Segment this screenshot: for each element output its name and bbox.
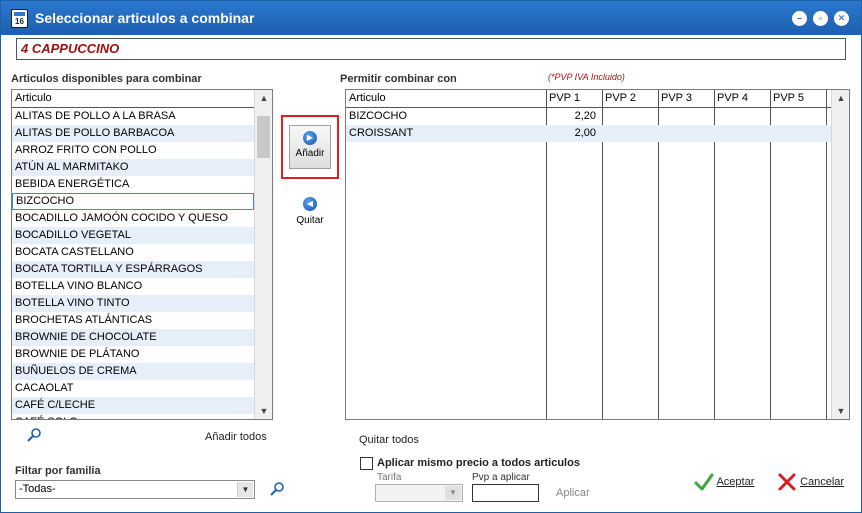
list-item[interactable]: BOTELLA VINO TINTO xyxy=(12,295,254,312)
restore-icon[interactable]: ▫ xyxy=(813,11,828,26)
available-articles-list[interactable]: Articulo ALITAS DE POLLO A LA BRASA ALITA… xyxy=(11,89,273,420)
app-icon: 16 xyxy=(11,9,28,28)
row-name: BIZCOCHO xyxy=(349,110,408,122)
cancel-label: Cancelar xyxy=(800,475,845,488)
col-articulo: Articulo xyxy=(349,92,386,104)
arrow-left-icon: ◀ xyxy=(303,197,317,211)
table-header: Articulo PVP 1 PVP 2 PVP 3 PVP 4 PVP 5 xyxy=(346,90,831,108)
title-bar[interactable]: 16 Seleccionar articulos a combinar – ▫ … xyxy=(1,1,861,35)
minimize-icon[interactable]: – xyxy=(792,11,807,26)
same-price-checkbox[interactable] xyxy=(360,457,373,470)
remove-button-label: Quitar xyxy=(296,215,324,226)
scroll-up-icon[interactable]: ▲ xyxy=(255,90,272,106)
cancel-button[interactable]: Cancelar xyxy=(777,472,844,492)
tarifa-select[interactable]: ▼ xyxy=(375,484,463,502)
list-item[interactable]: ATÚN AL MARMITAKO xyxy=(12,159,254,176)
check-icon xyxy=(694,473,714,491)
list-item[interactable]: BOCATA TORTILLA Y ESPÁRRAGOS xyxy=(12,261,254,278)
apply-button[interactable]: Aplicar xyxy=(556,487,590,499)
list-item[interactable]: CAFÉ C/LECHE xyxy=(12,397,254,414)
scroll-up-icon[interactable]: ▲ xyxy=(832,90,849,106)
row-name: CROISSANT xyxy=(349,127,414,139)
article-name-field: 4 CAPPUCCINO xyxy=(16,38,846,60)
list-scrollbar[interactable]: ▲ ▼ xyxy=(254,90,272,419)
list-rows: ALITAS DE POLLO A LA BRASA ALITAS DE POLL… xyxy=(12,108,254,419)
list-item[interactable]: BUÑUELOS DE CREMA xyxy=(12,363,254,380)
list-item[interactable]: BROWNIE DE CHOCOLATE xyxy=(12,329,254,346)
accept-label: Aceptar xyxy=(716,475,755,488)
add-button-label: Añadir xyxy=(295,148,325,159)
chevron-down-icon[interactable]: ▼ xyxy=(237,482,253,497)
dialog-window: 16 Seleccionar articulos a combinar – ▫ … xyxy=(0,0,862,513)
list-item[interactable]: BOCADILLO JAMOÓN COCIDO Y QUESO xyxy=(12,210,254,227)
list-item[interactable]: ALITAS DE POLLO BARBACOA xyxy=(12,125,254,142)
arrow-right-icon: ▶ xyxy=(303,131,317,145)
list-item[interactable]: BOCATA CASTELLANO xyxy=(12,244,254,261)
add-button-highlight: ▶ Añadir xyxy=(281,115,339,179)
filter-value: -Todas- xyxy=(19,483,56,495)
row-pvp1: 2,00 xyxy=(574,127,596,139)
list-item[interactable]: CAFÉ SOLO xyxy=(12,414,254,419)
cross-icon xyxy=(778,473,796,491)
search-icon[interactable] xyxy=(269,481,285,497)
available-articles-title: Articulos disponibles para combinar xyxy=(11,73,202,85)
table-row[interactable]: BIZCOCHO 2,20 xyxy=(346,108,831,125)
combine-table[interactable]: Articulo PVP 1 PVP 2 PVP 3 PVP 4 PVP 5 B… xyxy=(345,89,850,420)
list-item[interactable]: ALITAS DE POLLO A LA BRASA xyxy=(12,108,254,125)
table-scrollbar[interactable]: ▲ ▼ xyxy=(831,90,849,419)
list-item[interactable]: BIZCOCHO xyxy=(12,193,254,210)
table-row[interactable]: CROISSANT 2,00 xyxy=(346,125,831,142)
tarifa-label: Tarifa xyxy=(377,472,402,483)
list-item[interactable]: BOCADILLO VEGETAL xyxy=(12,227,254,244)
window-title: Seleccionar articulos a combinar xyxy=(35,10,255,26)
list-column-header: Articulo xyxy=(12,90,254,108)
col-pvp4: PVP 4 xyxy=(717,92,748,104)
same-price-label: Aplicar mismo precio a todos articulos xyxy=(377,457,580,469)
list-item[interactable]: BROCHETAS ATLÁNTICAS xyxy=(12,312,254,329)
add-button[interactable]: ▶ Añadir xyxy=(289,125,331,169)
list-item[interactable]: BEBIDA ENERGÉTICA xyxy=(12,176,254,193)
add-all-button[interactable]: Añadir todos xyxy=(205,431,267,443)
list-item[interactable]: BOTELLA VINO BLANCO xyxy=(12,278,254,295)
row-pvp1: 2,20 xyxy=(574,110,596,122)
list-item[interactable]: CACAOLAT xyxy=(12,380,254,397)
list-item[interactable]: BROWNIE DE PLÁTANO xyxy=(12,346,254,363)
scroll-down-icon[interactable]: ▼ xyxy=(832,403,849,419)
col-pvp3: PVP 3 xyxy=(661,92,692,104)
chevron-down-icon[interactable]: ▼ xyxy=(445,486,461,500)
pvp-note: (*PVP IVA Incluido) xyxy=(548,72,625,82)
remove-all-button[interactable]: Quitar todos xyxy=(359,434,419,446)
scroll-thumb[interactable] xyxy=(257,116,270,158)
list-item[interactable]: ARROZ FRITO CON POLLO xyxy=(12,142,254,159)
pvp-input[interactable] xyxy=(472,484,539,502)
col-pvp1: PVP 1 xyxy=(549,92,580,104)
pvp-apply-label: Pvp a aplicar xyxy=(472,472,530,483)
family-filter-select[interactable]: -Todas- ▼ xyxy=(15,480,255,499)
filter-label: Filtar por familia xyxy=(15,465,101,477)
remove-button[interactable]: ◀ Quitar xyxy=(289,197,331,235)
col-pvp2: PVP 2 xyxy=(605,92,636,104)
close-icon[interactable]: ✕ xyxy=(834,11,849,26)
combine-with-title: Permitir combinar con xyxy=(340,73,457,85)
search-icon[interactable] xyxy=(26,427,42,443)
accept-button[interactable]: Aceptar xyxy=(694,472,754,492)
scroll-down-icon[interactable]: ▼ xyxy=(255,403,272,419)
col-pvp5: PVP 5 xyxy=(773,92,804,104)
